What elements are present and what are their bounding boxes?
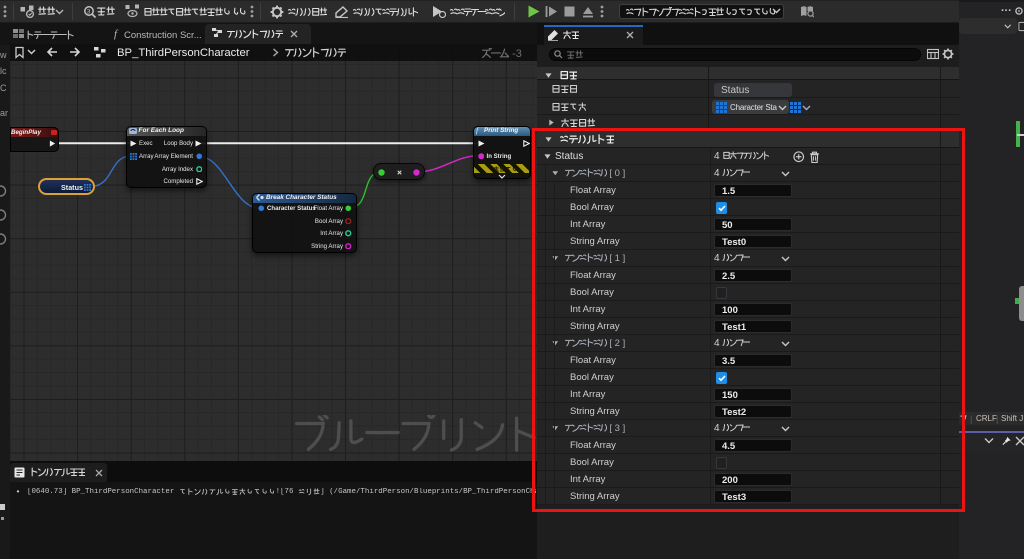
svg-text:3: 3 [87,8,91,15]
